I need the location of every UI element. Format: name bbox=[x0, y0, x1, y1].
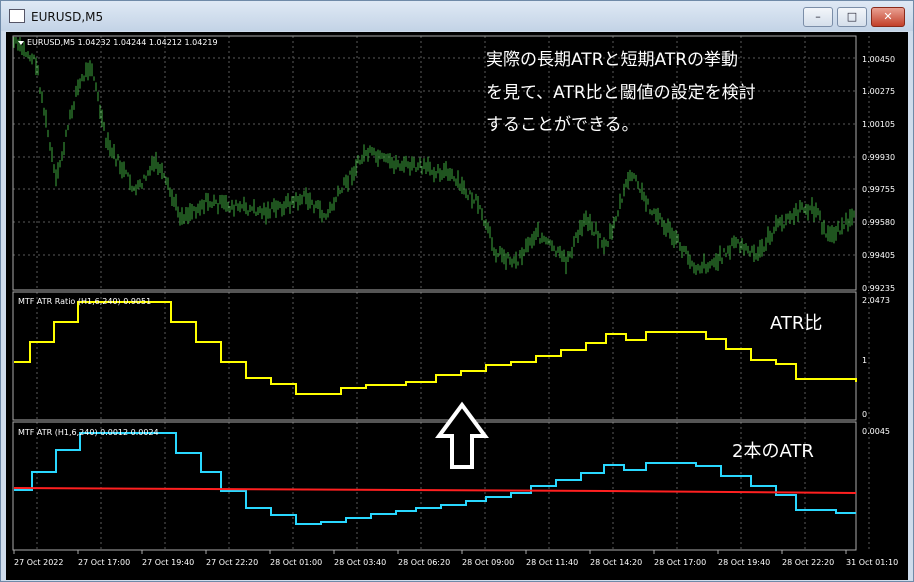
x-tick-label: 27 Oct 17:00 bbox=[78, 558, 130, 567]
y-tick: 0.99235 bbox=[862, 284, 895, 293]
atr-pane-border bbox=[12, 421, 857, 551]
x-tick-label: 27 Oct 19:40 bbox=[142, 558, 194, 567]
minimize-button[interactable]: – bbox=[803, 7, 833, 27]
price-series bbox=[13, 37, 855, 275]
x-tick-label: 27 Oct 2022 bbox=[14, 558, 63, 567]
annotation-line-1: 実際の長期ATRと短期ATRの挙動 bbox=[486, 50, 738, 70]
y-tick: 0.99755 bbox=[862, 185, 895, 194]
up-arrow-icon bbox=[435, 401, 489, 469]
title-bar[interactable]: EURUSD,M5 – □ ✕ bbox=[1, 1, 913, 31]
annotation-line-2: を見て、ATR比と閾値の設定を検討 bbox=[486, 83, 756, 103]
maximize-button[interactable]: □ bbox=[837, 7, 867, 27]
y-tick: 0.99405 bbox=[862, 251, 895, 260]
x-tick-label: 31 Oct 01:10 bbox=[846, 558, 898, 567]
chart-app-icon bbox=[9, 9, 25, 23]
y-tick: 0.99930 bbox=[862, 153, 895, 162]
ratio-pane-header: MTF ATR Ratio (H1,6,240) 0.9051 bbox=[18, 297, 151, 306]
grid bbox=[13, 36, 870, 550]
x-axis: 27 Oct 2022 27 Oct 17:00 27 Oct 19:40 27 Oc… bbox=[13, 550, 898, 567]
atr-short-line bbox=[14, 432, 856, 525]
atr-long-line bbox=[13, 487, 857, 494]
x-tick-label: 28 Oct 19:40 bbox=[718, 558, 770, 567]
x-tick-label: 28 Oct 22:20 bbox=[782, 558, 834, 567]
chart-window: EURUSD,M5 – □ ✕ EURUSD,M5 1.04232 1.0424… bbox=[0, 0, 914, 582]
x-tick-label: 28 Oct 11:40 bbox=[526, 558, 578, 567]
collapse-triangle-icon[interactable] bbox=[18, 41, 24, 45]
atr-ratio-line bbox=[14, 301, 857, 395]
x-tick-label: 28 Oct 17:00 bbox=[654, 558, 706, 567]
y-tick: 0 bbox=[862, 410, 867, 419]
y-tick: 2.0473 bbox=[862, 296, 890, 305]
annotation-line-3: することができる。 bbox=[486, 115, 639, 135]
ratio-pane-border bbox=[12, 291, 857, 421]
y-tick: 1.00450 bbox=[862, 55, 895, 64]
x-tick-label: 27 Oct 22:20 bbox=[206, 558, 258, 567]
x-tick-label: 28 Oct 03:40 bbox=[334, 558, 386, 567]
atr-pane-header: MTF ATR (H1,6,240) 0.0012 0.0024 bbox=[18, 428, 159, 437]
y-tick: 1.00275 bbox=[862, 87, 895, 96]
chart-area[interactable]: EURUSD,M5 1.04232 1.04244 1.04212 1.0421… bbox=[6, 32, 908, 580]
atr-label: 2本のATR bbox=[732, 441, 814, 462]
y-tick: 1 bbox=[862, 356, 867, 365]
y-tick: 1.00105 bbox=[862, 120, 895, 129]
x-tick-label: 28 Oct 14:20 bbox=[590, 558, 642, 567]
x-tick-label: 28 Oct 06:20 bbox=[398, 558, 450, 567]
chart-canvas[interactable]: EURUSD,M5 1.04232 1.04244 1.04212 1.0421… bbox=[6, 32, 908, 580]
y-tick: 0.0045 bbox=[862, 427, 890, 436]
main-pane-header: EURUSD,M5 1.04232 1.04244 1.04212 1.0421… bbox=[27, 38, 218, 47]
window-title: EURUSD,M5 bbox=[31, 10, 104, 24]
x-tick-label: 28 Oct 09:00 bbox=[462, 558, 514, 567]
ratio-label: ATR比 bbox=[770, 313, 822, 334]
close-button[interactable]: ✕ bbox=[871, 7, 905, 27]
x-tick-label: 28 Oct 01:00 bbox=[270, 558, 322, 567]
y-tick: 0.99580 bbox=[862, 218, 895, 227]
